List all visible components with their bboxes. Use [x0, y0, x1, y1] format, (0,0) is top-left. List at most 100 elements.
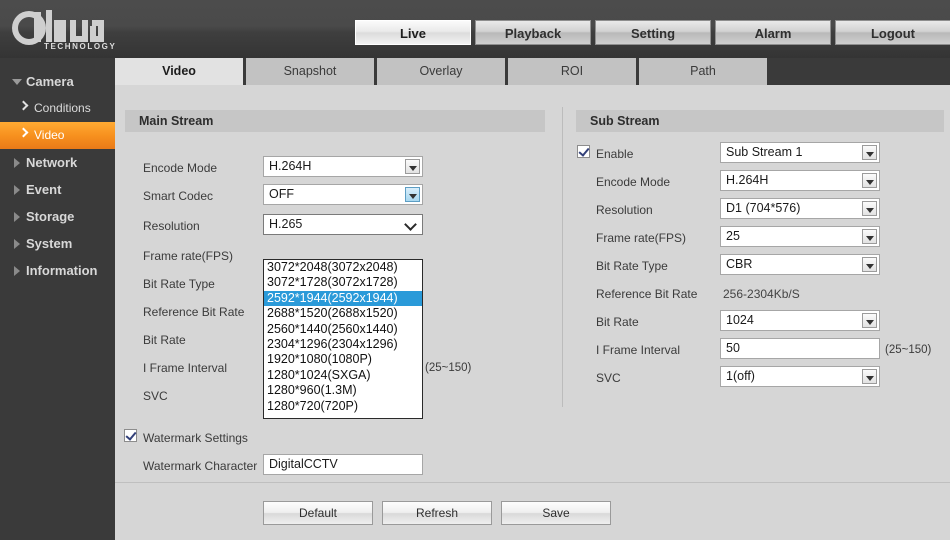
label-svc: SVC: [143, 389, 168, 403]
save-button[interactable]: Save: [501, 501, 611, 525]
dropdown-option[interactable]: 1280*960(1.3M): [264, 383, 422, 398]
sidebar-item-camera[interactable]: Camera: [0, 68, 115, 95]
chevron-down-icon[interactable]: [862, 257, 877, 272]
main-i-frame-interval-hint: (25~150): [425, 362, 472, 374]
sidebar-item-video[interactable]: Video: [0, 122, 115, 149]
sub-resolution-value: D1 (704*576): [726, 201, 801, 215]
watermark-settings-checkbox[interactable]: [124, 429, 137, 442]
sidebar-item-label: Camera: [26, 74, 74, 89]
label-reference-bit-rate: Reference Bit Rate: [143, 305, 245, 319]
sidebar-item-label: Network: [26, 155, 78, 170]
sub-i-frame-interval-hint: (25~150): [885, 344, 932, 356]
sidebar-item-conditions[interactable]: Conditions: [0, 95, 115, 122]
label-sub-i-frame-interval: I Frame Interval: [596, 343, 681, 357]
sidebar-item-event[interactable]: Event: [0, 176, 115, 203]
triangle-right-icon: [14, 185, 20, 195]
label-frame-rate: Frame rate(FPS): [143, 249, 234, 263]
main-smart-codec-value: OFF: [269, 187, 294, 201]
chevron-right-icon: [18, 100, 29, 111]
sub-bit-rate-type-select[interactable]: CBR: [720, 254, 880, 275]
chevron-down-icon[interactable]: [862, 201, 877, 216]
refresh-button[interactable]: Refresh: [382, 501, 492, 525]
sidebar: Camera Conditions Video Network Event St…: [0, 58, 115, 540]
triangle-right-icon: [14, 266, 20, 276]
tab-video[interactable]: Video: [115, 58, 243, 85]
sub-resolution-select[interactable]: D1 (704*576): [720, 198, 880, 219]
tab-overlay[interactable]: Overlay: [377, 58, 505, 85]
chevron-down-icon[interactable]: [862, 369, 877, 384]
label-i-frame-interval: I Frame Interval: [143, 361, 228, 375]
sub-bit-rate-value: 1024: [726, 313, 754, 327]
triangle-right-icon: [14, 212, 20, 222]
topnav-playback[interactable]: Playback: [475, 20, 591, 45]
sub-stream-title: Sub Stream: [576, 110, 944, 132]
label-watermark-character: Watermark Character: [143, 459, 258, 473]
main-encode-mode-select[interactable]: H.264H: [263, 156, 423, 177]
tab-snapshot[interactable]: Snapshot: [246, 58, 374, 85]
footer-buttons: Default Refresh Save: [263, 501, 611, 525]
label-sub-bit-rate-type: Bit Rate Type: [596, 259, 668, 273]
chevron-down-icon[interactable]: [862, 173, 877, 188]
sub-stream-select-value: Sub Stream 1: [726, 145, 803, 159]
svg-text:TECHNOLOGY: TECHNOLOGY: [44, 42, 116, 51]
sub-stream-select[interactable]: Sub Stream 1: [720, 142, 880, 163]
label-enable: Enable: [596, 147, 634, 161]
dropdown-option[interactable]: 2560*1440(2560x1440): [264, 322, 422, 337]
tab-roi[interactable]: ROI: [508, 58, 636, 85]
topnav-alarm[interactable]: Alarm: [715, 20, 831, 45]
label-smart-codec: Smart Codec: [143, 189, 214, 203]
main-resolution-select[interactable]: H.265: [263, 214, 423, 235]
chevron-down-icon[interactable]: [405, 159, 420, 174]
label-resolution: Resolution: [143, 219, 200, 233]
label-sub-bit-rate: Bit Rate: [596, 315, 639, 329]
app-header: TECHNOLOGY Live Playback Setting Alarm L…: [0, 0, 950, 58]
sidebar-item-label: Conditions: [34, 101, 91, 115]
label-watermark-settings: Watermark Settings: [143, 431, 248, 445]
dropdown-option[interactable]: 3072*1728(3072x1728): [264, 275, 422, 290]
sub-i-frame-interval-input[interactable]: 50: [720, 338, 880, 359]
chevron-down-icon[interactable]: [862, 145, 877, 160]
dropdown-option[interactable]: 1920*1080(1080P): [264, 352, 422, 367]
triangle-right-icon: [14, 158, 20, 168]
dropdown-option[interactable]: 1280*1024(SXGA): [264, 368, 422, 383]
dropdown-option[interactable]: 1280*720(720P): [264, 399, 422, 414]
sub-frame-rate-select[interactable]: 25: [720, 226, 880, 247]
label-sub-reference-bit-rate: Reference Bit Rate: [596, 287, 698, 301]
sub-stream-enable-checkbox[interactable]: [577, 145, 590, 158]
chevron-down-icon[interactable]: [862, 229, 877, 244]
watermark-character-input[interactable]: DigitalCCTV: [263, 454, 423, 475]
sidebar-item-label: System: [26, 236, 73, 251]
label-encode-mode: Encode Mode: [143, 161, 218, 175]
topnav-setting[interactable]: Setting: [595, 20, 711, 45]
chevron-down-icon[interactable]: [405, 187, 420, 202]
sub-bit-rate-select[interactable]: 1024: [720, 310, 880, 331]
sidebar-item-network[interactable]: Network: [0, 149, 115, 176]
dropdown-option[interactable]: 2688*1520(2688x1520): [264, 306, 422, 321]
app-window: ty Store Ali Securit TECHNOLOGY Live Pla…: [0, 0, 950, 540]
sub-encode-mode-select[interactable]: H.264H: [720, 170, 880, 191]
sidebar-item-system[interactable]: System: [0, 230, 115, 257]
dropdown-option-selected[interactable]: 2592*1944(2592x1944): [264, 290, 422, 307]
topnav-live[interactable]: Live: [355, 20, 471, 45]
dahua-logo: TECHNOLOGY: [8, 6, 158, 52]
sub-frame-rate-value: 25: [726, 229, 740, 243]
sidebar-item-storage[interactable]: Storage: [0, 203, 115, 230]
chevron-down-icon[interactable]: [404, 218, 417, 231]
panel-divider: [562, 107, 563, 407]
sidebar-item-label: Event: [26, 182, 62, 197]
topnav-logout[interactable]: Logout: [835, 20, 950, 45]
sidebar-item-label: Video: [34, 128, 65, 142]
sub-svc-select[interactable]: 1(off): [720, 366, 880, 387]
sub-svc-value: 1(off): [726, 369, 755, 383]
sidebar-item-information[interactable]: Information: [0, 257, 115, 284]
tab-path[interactable]: Path: [639, 58, 767, 85]
resolution-dropdown-list[interactable]: 3072*2048(3072x2048) 3072*1728(3072x1728…: [263, 259, 423, 419]
chevron-down-icon[interactable]: [862, 313, 877, 328]
main-smart-codec-select[interactable]: OFF: [263, 184, 423, 205]
default-button[interactable]: Default: [263, 501, 373, 525]
sub-reference-bit-rate-value: 256-2304Kb/S: [723, 287, 800, 301]
top-navigation: Live Playback Setting Alarm Logout: [355, 20, 950, 45]
dropdown-option[interactable]: 2304*1296(2304x1296): [264, 337, 422, 352]
dropdown-option[interactable]: 3072*2048(3072x2048): [264, 260, 422, 275]
main-encode-mode-value: H.264H: [269, 159, 312, 173]
